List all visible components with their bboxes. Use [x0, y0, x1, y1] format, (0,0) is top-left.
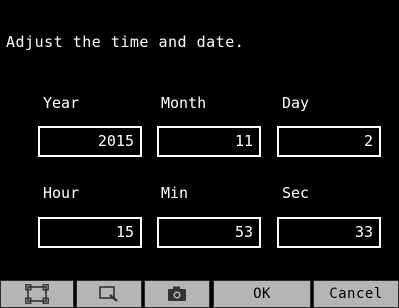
datetime-dialog: Adjust the time and date. Year Month Day… [0, 0, 399, 308]
hour-label: Hour [43, 184, 80, 202]
instruction-text: Adjust the time and date. [6, 33, 245, 51]
cancel-button-label: Cancel [329, 286, 383, 302]
frame-icon [25, 284, 49, 304]
sec-field[interactable]: 33 [277, 217, 381, 248]
min-field[interactable]: 53 [157, 217, 261, 248]
ok-button[interactable]: OK [213, 280, 311, 308]
min-label: Min [161, 184, 189, 202]
zoom-button[interactable] [76, 280, 142, 308]
bottom-toolbar: OK Cancel [0, 280, 399, 308]
ok-button-label: OK [253, 286, 271, 302]
year-label: Year [43, 94, 80, 112]
day-field[interactable]: 2 [277, 126, 381, 157]
month-field[interactable]: 11 [157, 126, 261, 157]
sec-label: Sec [282, 184, 310, 202]
camera-button[interactable] [144, 280, 210, 308]
zoom-icon [98, 285, 120, 303]
camera-icon [166, 285, 188, 303]
hour-field[interactable]: 15 [38, 217, 142, 248]
year-field[interactable]: 2015 [38, 126, 142, 157]
cancel-button[interactable]: Cancel [313, 280, 399, 308]
day-label: Day [282, 94, 310, 112]
month-label: Month [161, 94, 207, 112]
frame-button[interactable] [0, 280, 74, 308]
